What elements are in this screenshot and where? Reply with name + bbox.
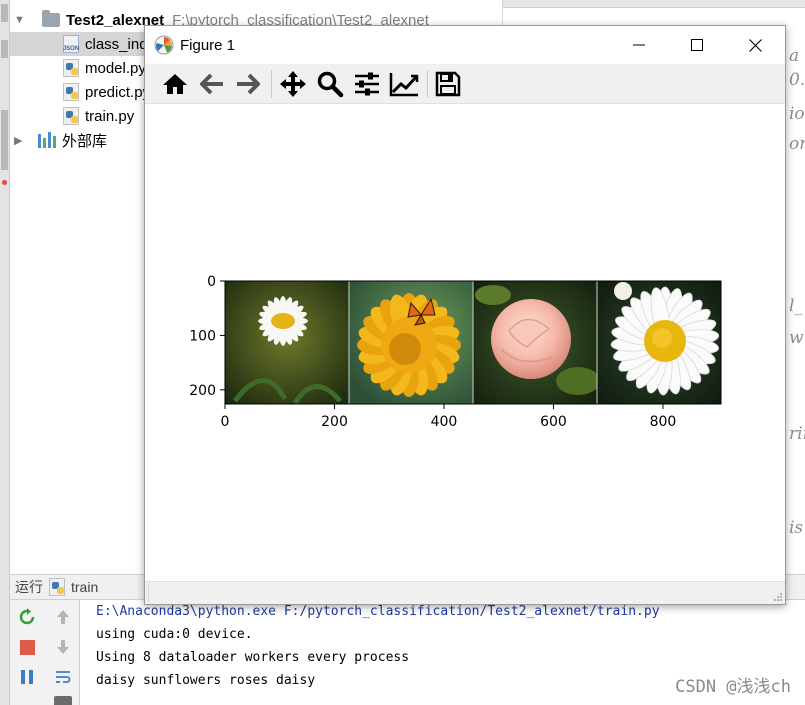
sliders-icon: [355, 72, 379, 96]
x-tick-label: 0: [221, 414, 230, 430]
run-config-name[interactable]: train: [71, 579, 98, 595]
maximize-icon: [691, 39, 703, 51]
minimize-icon: [633, 44, 645, 46]
print-icon[interactable]: [52, 696, 74, 705]
image-plot[interactable]: 0 200 400 600 800 0 100 200: [145, 104, 785, 581]
error-dot-icon: [2, 180, 7, 185]
expand-arrow-icon[interactable]: ▶: [14, 134, 28, 147]
home-icon: [163, 74, 187, 94]
toolbar-separator: [271, 70, 272, 98]
floppy-icon: [435, 71, 461, 97]
small-daisy-shape: [614, 282, 632, 300]
flower-center: [271, 313, 295, 329]
watermark: CSDN @浅浅ch: [675, 677, 791, 697]
y-tick-label: 0: [207, 274, 216, 290]
move-icon: [280, 71, 306, 97]
editor-text: l_: [789, 296, 803, 316]
plot-canvas[interactable]: 0 200 400 600 800 0 100 200: [145, 104, 785, 581]
save-button[interactable]: [432, 68, 464, 100]
editor-text: rin: [789, 424, 805, 444]
console-line: using cuda:0 device.: [96, 627, 253, 642]
y-tick-label: 200: [189, 383, 216, 399]
external-libs-label: 外部库: [62, 132, 108, 150]
panel-background: [225, 281, 349, 404]
console-line: Using 8 dataloader workers every process: [96, 650, 410, 665]
rerun-icon[interactable]: [16, 606, 38, 628]
arrow-right-icon: [237, 73, 260, 95]
pan-button[interactable]: [277, 68, 309, 100]
x-tick-label: 800: [650, 414, 677, 430]
rose-flower: [491, 299, 571, 379]
editor-text: a: [789, 46, 800, 66]
expand-arrow-icon[interactable]: ▼: [14, 14, 28, 26]
zoom-button[interactable]: [314, 68, 346, 100]
y-tick-label: 100: [189, 328, 216, 344]
down-arrow-icon[interactable]: [52, 636, 74, 658]
figure-toolbar: [145, 64, 785, 104]
editor-text: w: [789, 328, 804, 348]
image-panel-sunflowers: [349, 281, 473, 404]
line-chart-icon: [389, 73, 419, 97]
file-label: train.py: [85, 107, 135, 125]
library-icon: [38, 132, 56, 148]
maximize-button[interactable]: [668, 26, 726, 64]
python-file-icon: [63, 83, 79, 101]
run-toolbar: [10, 600, 80, 705]
close-button[interactable]: [726, 26, 784, 64]
file-label: model.py: [85, 59, 146, 77]
leaf-shape: [475, 285, 511, 305]
edit-axis-button[interactable]: [388, 68, 420, 100]
figure-statusbar: [145, 581, 785, 604]
tool-strip-tab[interactable]: [1, 110, 8, 170]
home-button[interactable]: [159, 68, 191, 100]
console-output[interactable]: E:\Anaconda3\python.exe F:/pytorch_class…: [80, 600, 805, 705]
up-arrow-icon[interactable]: [52, 606, 74, 628]
tool-strip-tab[interactable]: [1, 4, 8, 22]
python-file-icon: [63, 59, 79, 77]
image-panel-daisy: [597, 281, 721, 404]
back-button[interactable]: [196, 68, 228, 100]
json-file-icon: JSON: [63, 35, 79, 53]
image-panel-daisy: [225, 281, 349, 404]
editor-text: 0.: [789, 70, 805, 90]
figure-titlebar[interactable]: Figure 1: [145, 26, 785, 64]
subplots-button[interactable]: [351, 68, 383, 100]
image-panel-roses: [473, 281, 597, 404]
editor-text: or: [789, 134, 805, 154]
resize-grip-icon[interactable]: [773, 592, 783, 602]
figure-title: Figure 1: [180, 36, 236, 54]
flower-center: [389, 333, 421, 365]
python-file-icon: [63, 107, 79, 125]
x-tick-label: 200: [321, 414, 348, 430]
run-label: 运行: [15, 579, 43, 595]
console-line: daisy sunflowers roses daisy: [96, 673, 316, 688]
toolbar-separator: [427, 70, 428, 98]
minimize-button[interactable]: [610, 26, 668, 64]
editor-text: is: [789, 518, 804, 538]
x-tick-label: 400: [431, 414, 458, 430]
leaf-shape: [556, 367, 597, 395]
matplotlib-logo-icon: [154, 35, 174, 55]
pause-icon[interactable]: [16, 666, 38, 688]
x-tick-label: 600: [540, 414, 567, 430]
file-label: predict.py: [85, 83, 151, 101]
figure-window: Figure 1 0 200 400 600 800 0 100 200: [144, 25, 786, 605]
console-line: E:\Anaconda3\python.exe F:/pytorch_class…: [96, 604, 660, 619]
python-file-icon: [49, 578, 65, 596]
magnifier-icon: [317, 71, 344, 98]
stop-icon[interactable]: [16, 636, 38, 658]
editor-tab-bar: [503, 0, 805, 8]
flower-center: [652, 328, 672, 348]
forward-button[interactable]: [232, 68, 264, 100]
left-tool-strip: [0, 0, 10, 705]
status-divider: [148, 584, 149, 602]
arrow-left-icon: [200, 73, 223, 95]
soft-wrap-icon[interactable]: [52, 666, 74, 688]
close-icon: [748, 38, 762, 52]
folder-icon: [42, 10, 60, 27]
tool-strip-tab[interactable]: [1, 40, 8, 58]
editor-text: ion: [789, 104, 805, 124]
